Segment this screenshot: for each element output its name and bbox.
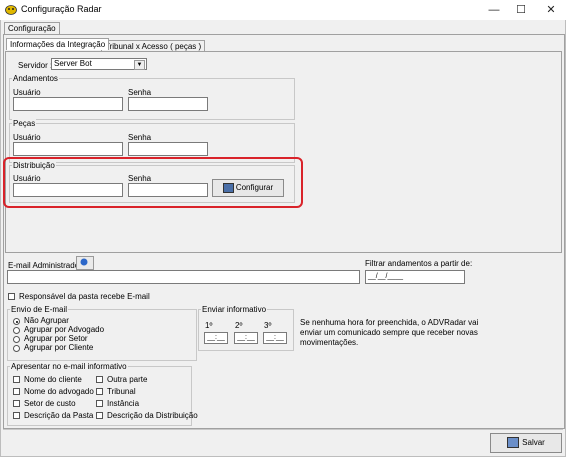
descricao-pasta-label: Descrição da Pasta [24, 411, 94, 420]
enviar-note: Se nenhuma hora for preenchida, o ADVRad… [300, 318, 479, 347]
servidor-select[interactable]: Server Bot ▼ [51, 58, 147, 70]
filter-date-value: __/__/____ [368, 273, 404, 280]
configurar-label: Configurar [235, 183, 274, 192]
outra-parte-label: Outra parte [107, 375, 148, 384]
descricao-distribuicao-checkbox[interactable] [96, 412, 103, 419]
setor-custo-checkbox[interactable] [13, 400, 20, 407]
hora-3-value: __:__ [266, 334, 284, 341]
andamentos-user-label: Usuário [13, 88, 41, 97]
hora-1-value: __:__ [207, 334, 225, 341]
app-icon [5, 4, 17, 15]
distribuicao-user-input[interactable] [13, 183, 123, 197]
hora-3-label: 3º [264, 321, 272, 330]
envio-option-1: Não Agrupar [24, 316, 69, 325]
window-title: Configuração Radar [21, 4, 102, 14]
servidor-value: Server Bot [54, 59, 92, 68]
envio-option-2: Agrupar por Advogado [24, 325, 105, 334]
salvar-button[interactable]: Salvar [490, 433, 562, 453]
servidor-label: Servidor : [18, 61, 53, 70]
andamentos-user-input[interactable] [13, 97, 123, 111]
enviar-group [198, 309, 294, 351]
andamentos-pass-label: Senha [128, 88, 152, 97]
outra-parte-checkbox[interactable] [96, 376, 103, 383]
distribuicao-user-label: Usuário [13, 174, 41, 183]
responsavel-checkbox[interactable] [8, 293, 15, 300]
envio-option-3: Agrupar por Setor [24, 334, 88, 343]
email-input[interactable] [7, 270, 360, 284]
configurar-button[interactable]: Configurar [212, 179, 284, 197]
hora-2-value: __:__ [237, 334, 255, 341]
nome-advogado-label: Nome do advogado [24, 387, 94, 396]
info-icon[interactable] [76, 256, 94, 270]
filter-date-input[interactable]: __/__/____ [365, 270, 465, 284]
andamentos-pass-input[interactable] [128, 97, 208, 111]
radio-agrupar-cliente[interactable] [13, 345, 20, 352]
hora-2-input[interactable]: __:__ [234, 332, 258, 344]
pecas-title: Peças [12, 119, 37, 128]
envio-option-4: Agrupar por Cliente [24, 343, 94, 352]
instancia-checkbox[interactable] [96, 400, 103, 407]
nome-cliente-label: Nome do cliente [24, 375, 82, 384]
distribuicao-pass-input[interactable] [128, 183, 208, 197]
tribunal-label: Tribunal [107, 387, 136, 396]
save-icon [507, 437, 520, 449]
hora-3-input[interactable]: __:__ [263, 332, 287, 344]
chevron-down-icon: ▼ [134, 60, 145, 70]
enviar-title: Enviar informativo [201, 305, 268, 314]
radio-nao-agrupar[interactable] [13, 318, 20, 325]
distribuicao-title: Distribuição [12, 161, 56, 170]
salvar-label: Salvar [522, 438, 545, 447]
pecas-user-label: Usuário [13, 133, 41, 142]
email-label: E-mail Administrador [8, 261, 82, 270]
tab-configuracao[interactable]: Configuração [4, 22, 60, 34]
nome-cliente-checkbox[interactable] [13, 376, 20, 383]
pecas-pass-input[interactable] [128, 142, 208, 156]
filter-label: Filtrar andamentos a partir de: [365, 259, 473, 268]
apresentar-title: Apresentar no e-mail informativo [10, 362, 128, 371]
nome-advogado-checkbox[interactable] [13, 388, 20, 395]
pecas-user-input[interactable] [13, 142, 123, 156]
hora-1-input[interactable]: __:__ [204, 332, 228, 344]
maximize-button[interactable]: ☐ [510, 2, 532, 18]
andamentos-title: Andamentos [12, 74, 59, 83]
setor-custo-label: Setor de custo [24, 399, 76, 408]
tab-informacoes-integracao[interactable]: Informações da Integração [6, 38, 110, 50]
hora-2-label: 2º [235, 321, 243, 330]
envio-title: Envio de E-mail [10, 305, 69, 314]
tribunal-checkbox[interactable] [96, 388, 103, 395]
pecas-pass-label: Senha [128, 133, 152, 142]
gear-icon [222, 182, 234, 193]
radio-agrupar-advogado[interactable] [13, 327, 20, 334]
bottom-separator [3, 429, 563, 430]
radio-agrupar-setor[interactable] [13, 336, 20, 343]
responsavel-label: Responsável da pasta recebe E-mail [19, 292, 150, 301]
instancia-label: Instância [107, 399, 140, 408]
hora-1-label: 1º [205, 321, 213, 330]
descricao-distribuicao-label: Descrição da Distribuição [107, 411, 198, 420]
minimize-button[interactable]: — [483, 2, 505, 18]
distribuicao-pass-label: Senha [128, 174, 152, 183]
descricao-pasta-checkbox[interactable] [13, 412, 20, 419]
close-button[interactable]: ✕ [540, 2, 562, 18]
